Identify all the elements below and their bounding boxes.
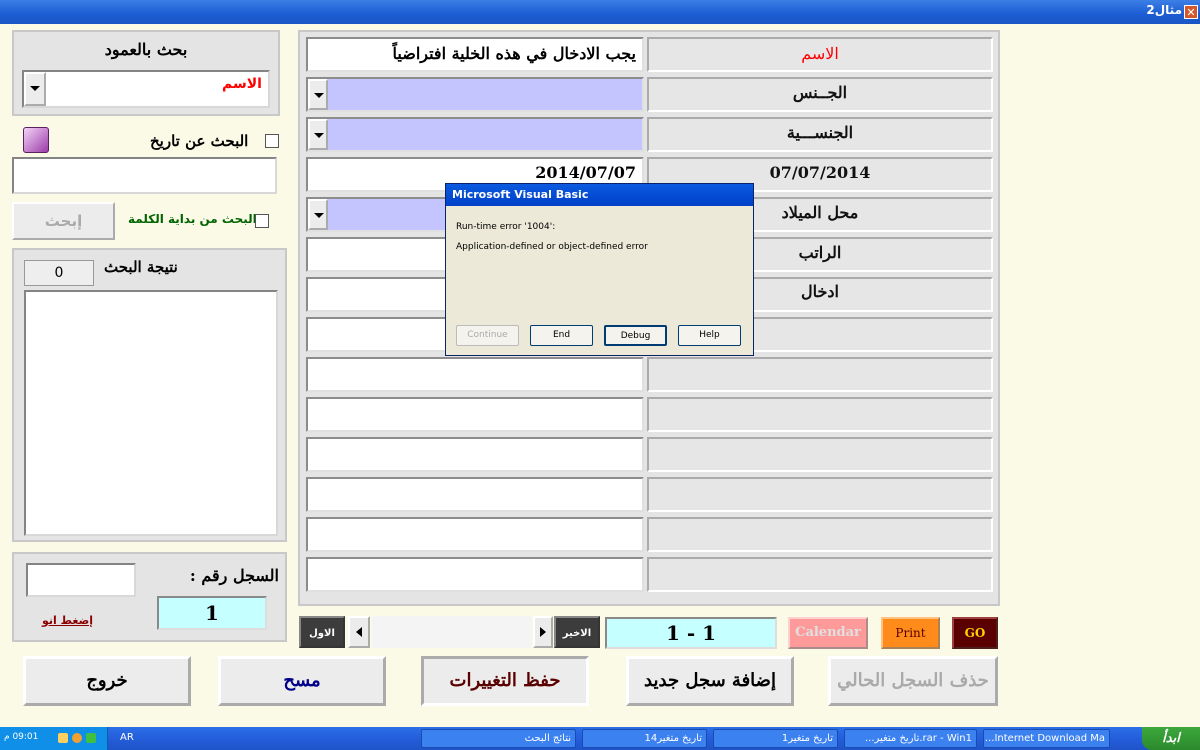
search-button[interactable]: إبحث xyxy=(12,202,115,240)
dialog-title: Microsoft Visual Basic xyxy=(446,184,753,206)
last-record-button[interactable]: الاخير xyxy=(554,616,600,648)
nationality-label: الجنســـية xyxy=(647,117,993,152)
clock: 09:01 م xyxy=(4,732,39,742)
empty-label xyxy=(647,357,993,392)
empty-label xyxy=(647,397,993,432)
results-panel: نتيجة البحث 0 xyxy=(12,248,287,542)
continue-button[interactable]: Continue xyxy=(456,325,519,346)
empty-label xyxy=(647,437,993,472)
language-indicator[interactable]: AR xyxy=(120,732,134,743)
save-button[interactable]: حفظ التغييرات xyxy=(421,656,589,706)
record-label: السجل رقم : xyxy=(189,566,279,585)
first-record-button[interactable]: الاول xyxy=(299,616,345,648)
task-item[interactable]: نتائج البحث xyxy=(421,729,576,748)
press-label[interactable]: إضغط انو xyxy=(42,614,93,627)
end-button[interactable]: End xyxy=(530,325,593,346)
calendar-button[interactable]: Calendar xyxy=(788,617,868,649)
delete-record-button[interactable]: حذف السجل الحالي xyxy=(828,656,998,706)
close-icon[interactable]: ✕ xyxy=(1184,5,1198,19)
record-counter: 1 - 1 xyxy=(605,617,777,649)
empty-input[interactable] xyxy=(306,557,644,592)
word-start-label: البحث من بداية الكلمة xyxy=(128,212,257,226)
help-button[interactable]: Help xyxy=(678,325,741,346)
date-search-checkbox[interactable] xyxy=(265,134,279,148)
word-start-checkbox[interactable] xyxy=(255,214,269,228)
gender-label: الجــنس xyxy=(647,77,993,112)
record-number: 1 xyxy=(157,596,267,630)
chevron-down-icon[interactable] xyxy=(308,199,328,230)
dialog-error-code: Run-time error '1004': xyxy=(456,222,556,232)
dialog-message: Application-defined or object-defined er… xyxy=(456,242,648,252)
error-dialog: Microsoft Visual Basic Run-time error '1… xyxy=(445,183,754,356)
empty-input[interactable] xyxy=(306,397,644,432)
prev-button[interactable] xyxy=(348,616,370,648)
empty-input[interactable] xyxy=(306,437,644,472)
chevron-down-icon[interactable] xyxy=(24,72,46,106)
taskbar: 09:01 م AR نتائج البحث تاريخ متغير14 تار… xyxy=(0,727,1200,750)
book-icon[interactable] xyxy=(23,127,49,153)
record-panel: السجل رقم : إضغط انو 1 xyxy=(12,552,287,642)
empty-input[interactable] xyxy=(306,357,644,392)
result-count: 0 xyxy=(24,260,94,286)
exit-button[interactable]: خروج xyxy=(23,656,191,706)
empty-input[interactable] xyxy=(306,517,644,552)
title-bar: مثال2 ✕ xyxy=(0,0,1200,24)
empty-label xyxy=(647,477,993,512)
go-button[interactable]: GO xyxy=(952,617,998,649)
nav-scroll-track[interactable] xyxy=(372,616,532,648)
column-search-panel: بحث بالعمود الاسم xyxy=(12,30,280,116)
date-search-label: البحث عن تاريخ xyxy=(150,132,249,150)
task-item[interactable]: rar - Win1.تاريخ متغير... xyxy=(844,729,977,748)
task-item[interactable]: Internet Download Ma... xyxy=(983,729,1110,748)
name-input[interactable]: يجب الادخال في هذه الخلية افتراضياً xyxy=(306,37,644,72)
start-button[interactable]: ابدأ xyxy=(1142,727,1200,750)
arrow-left-icon xyxy=(356,627,362,637)
column-select[interactable]: الاسم xyxy=(22,70,270,108)
chevron-down-icon[interactable] xyxy=(308,119,328,150)
clear-button[interactable]: مسح xyxy=(218,656,386,706)
date-search-input[interactable] xyxy=(12,157,277,194)
result-label: نتيجة البحث xyxy=(104,258,178,276)
column-search-label: بحث بالعمود xyxy=(104,40,188,59)
empty-label xyxy=(647,557,993,592)
record-input[interactable] xyxy=(26,563,136,597)
chevron-down-icon[interactable] xyxy=(308,79,328,110)
empty-input[interactable] xyxy=(306,477,644,512)
download-icon[interactable] xyxy=(86,733,96,743)
speaker-icon[interactable] xyxy=(58,733,68,743)
empty-label xyxy=(647,517,993,552)
arrow-right-icon xyxy=(540,627,546,637)
gender-select[interactable] xyxy=(306,77,644,112)
column-select-value: الاسم xyxy=(222,76,262,92)
next-button[interactable] xyxy=(533,616,553,648)
task-item[interactable]: تاريخ متغير14 xyxy=(582,729,707,748)
window-title: مثال2 xyxy=(1146,3,1182,17)
system-tray: 09:01 م xyxy=(0,727,108,750)
print-button[interactable]: Print xyxy=(881,617,940,649)
add-record-button[interactable]: إضافة سجل جديد xyxy=(626,656,794,706)
task-item[interactable]: تاريخ متغير1 xyxy=(713,729,838,748)
results-list[interactable] xyxy=(24,290,278,536)
network-icon[interactable] xyxy=(72,733,82,743)
name-label: الاسم xyxy=(647,37,993,72)
nationality-select[interactable] xyxy=(306,117,644,152)
debug-button[interactable]: Debug xyxy=(604,325,667,346)
